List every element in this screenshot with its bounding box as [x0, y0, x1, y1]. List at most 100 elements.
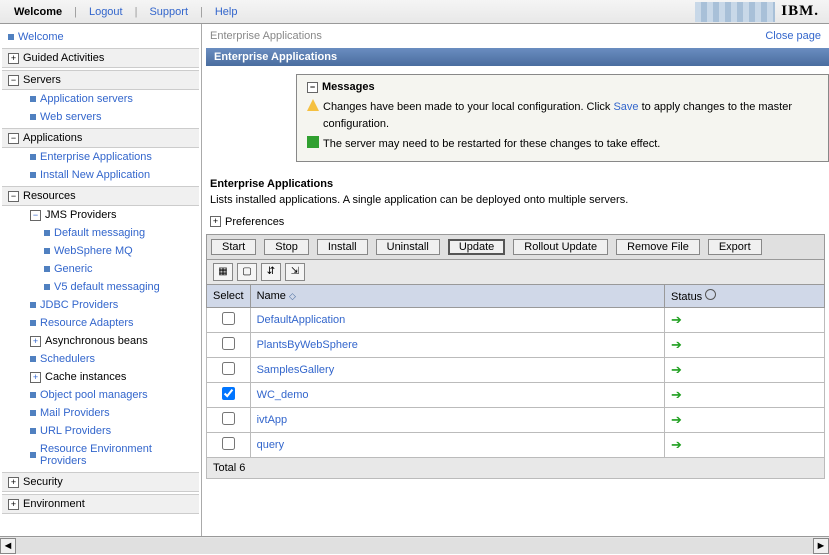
collapse-icon[interactable]: −	[307, 82, 318, 93]
sidebar-websphere-mq[interactable]: WebSphere MQ	[2, 242, 199, 260]
sidebar-applications[interactable]: −Applications	[2, 128, 199, 148]
col-name[interactable]: Name ◇	[250, 284, 664, 307]
top-nav: Welcome | Logout | Support | Help	[6, 6, 695, 18]
row-checkbox[interactable]	[222, 337, 235, 350]
collapse-icon[interactable]: −	[8, 191, 19, 202]
expand-icon[interactable]: +	[8, 499, 19, 510]
header-decoration	[695, 2, 775, 22]
table-row: WC_demo➔	[207, 382, 825, 407]
collapse-icon[interactable]: −	[8, 133, 19, 144]
sidebar-resource-adapters[interactable]: Resource Adapters	[2, 314, 199, 332]
panel-title: Enterprise Applications	[206, 48, 829, 66]
sidebar-v5-messaging[interactable]: V5 default messaging	[2, 278, 199, 296]
app-name-link[interactable]: query	[257, 439, 285, 451]
sidebar-mail-providers[interactable]: Mail Providers	[2, 404, 199, 422]
section-description: Lists installed applications. A single a…	[206, 192, 829, 214]
messages-box: −Messages Changes have been made to your…	[296, 74, 829, 162]
stop-button[interactable]: Stop	[264, 239, 309, 255]
sidebar-generic[interactable]: Generic	[2, 260, 199, 278]
message-warning: Changes have been made to your local con…	[307, 97, 818, 134]
nav-logout[interactable]: Logout	[81, 6, 131, 18]
app-name-link[interactable]: SamplesGallery	[257, 364, 335, 376]
remove-file-button[interactable]: Remove File	[616, 239, 700, 255]
sidebar-web-servers[interactable]: Web servers	[2, 108, 199, 126]
sidebar-servers[interactable]: −Servers	[2, 70, 199, 90]
action-button-row: Start Stop Install Uninstall Update Roll…	[206, 234, 825, 260]
sidebar-jdbc[interactable]: JDBC Providers	[2, 296, 199, 314]
expand-icon[interactable]: +	[210, 216, 221, 227]
collapse-icon[interactable]: −	[8, 75, 19, 86]
preferences-toggle[interactable]: +Preferences	[206, 214, 829, 234]
table-row: query ➔	[207, 432, 825, 457]
uninstall-button[interactable]: Uninstall	[376, 239, 440, 255]
table-row: DefaultApplication➔	[207, 307, 825, 332]
sidebar-guided-activities[interactable]: +Guided Activities	[2, 48, 199, 68]
expand-icon[interactable]: +	[30, 336, 41, 347]
sidebar-object-pool[interactable]: Object pool managers	[2, 386, 199, 404]
sidebar-async-beans[interactable]: +Asynchronous beans	[2, 332, 199, 350]
col-status: Status	[665, 284, 825, 307]
info-icon	[307, 136, 319, 148]
close-page-link[interactable]: Close page	[765, 30, 821, 42]
export-button[interactable]: Export	[708, 239, 762, 255]
expand-icon[interactable]: +	[8, 53, 19, 64]
nav-help[interactable]: Help	[207, 6, 246, 18]
sort-icon[interactable]: ◇	[289, 291, 296, 301]
row-checkbox[interactable]	[222, 412, 235, 425]
status-running-icon: ➔	[671, 437, 682, 452]
row-checkbox[interactable]	[222, 362, 235, 375]
deselect-all-icon[interactable]: ▢	[237, 263, 257, 281]
table-row: SamplesGallery ➔	[207, 357, 825, 382]
clear-filter-icon[interactable]: ⇲	[285, 263, 305, 281]
app-name-link[interactable]: PlantsByWebSphere	[257, 339, 358, 351]
sidebar-resources[interactable]: −Resources	[2, 186, 199, 206]
save-link[interactable]: Save	[613, 101, 638, 113]
rollout-update-button[interactable]: Rollout Update	[513, 239, 608, 255]
applications-table: Select Name ◇ Status DefaultApplication➔…	[206, 284, 825, 479]
expand-icon[interactable]: +	[30, 372, 41, 383]
row-checkbox[interactable]	[222, 437, 235, 450]
install-button[interactable]: Install	[317, 239, 368, 255]
app-name-link[interactable]: DefaultApplication	[257, 314, 346, 326]
col-select: Select	[207, 284, 251, 307]
select-all-icon[interactable]: ▦	[213, 263, 233, 281]
update-button[interactable]: Update	[448, 239, 505, 255]
sidebar-url-providers[interactable]: URL Providers	[2, 422, 199, 440]
sidebar-def-messaging[interactable]: Default messaging	[2, 224, 199, 242]
expand-icon[interactable]: +	[8, 477, 19, 488]
horizontal-scrollbar[interactable]: ◄ ►	[0, 536, 829, 554]
sidebar-environment[interactable]: +Environment	[2, 494, 199, 514]
sidebar-res-env[interactable]: Resource Environment Providers	[2, 440, 199, 470]
scroll-left-icon[interactable]: ◄	[0, 538, 16, 554]
content-area: Enterprise Applications Close page Enter…	[202, 24, 829, 536]
sidebar-schedulers[interactable]: Schedulers	[2, 350, 199, 368]
nav-welcome[interactable]: Welcome	[6, 6, 70, 18]
sidebar[interactable]: Welcome +Guided Activities −Servers Appl…	[0, 24, 202, 536]
toolbar: ▦ ▢ ⇵ ⇲	[206, 260, 825, 284]
row-checkbox[interactable]	[222, 312, 235, 325]
sidebar-app-servers[interactable]: Application servers	[2, 90, 199, 108]
table-row: ivtApp ➔	[207, 407, 825, 432]
refresh-icon[interactable]	[705, 289, 716, 300]
table-footer: Total 6	[207, 457, 825, 478]
sidebar-cache-instances[interactable]: +Cache instances	[2, 368, 199, 386]
sidebar-security[interactable]: +Security	[2, 472, 199, 492]
app-name-link[interactable]: WC_demo	[257, 389, 309, 401]
row-checkbox[interactable]	[222, 387, 235, 400]
app-name-link[interactable]: ivtApp	[257, 414, 288, 426]
status-running-icon: ➔	[671, 337, 682, 352]
filter-icon[interactable]: ⇵	[261, 263, 281, 281]
status-running-icon: ➔	[671, 362, 682, 377]
sidebar-ent-apps[interactable]: Enterprise Applications	[2, 148, 199, 166]
scroll-right-icon[interactable]: ►	[813, 538, 829, 554]
section-heading: Enterprise Applications	[206, 170, 829, 192]
status-running-icon: ➔	[671, 412, 682, 427]
sidebar-jms[interactable]: −JMS Providers	[2, 206, 199, 224]
start-button[interactable]: Start	[211, 239, 256, 255]
nav-support[interactable]: Support	[141, 6, 196, 18]
ibm-logo: IBM.	[781, 3, 823, 20]
message-info: The server may need to be restarted for …	[307, 134, 818, 155]
collapse-icon[interactable]: −	[30, 210, 41, 221]
sidebar-install-new[interactable]: Install New Application	[2, 166, 199, 184]
sidebar-welcome[interactable]: Welcome	[2, 28, 199, 46]
